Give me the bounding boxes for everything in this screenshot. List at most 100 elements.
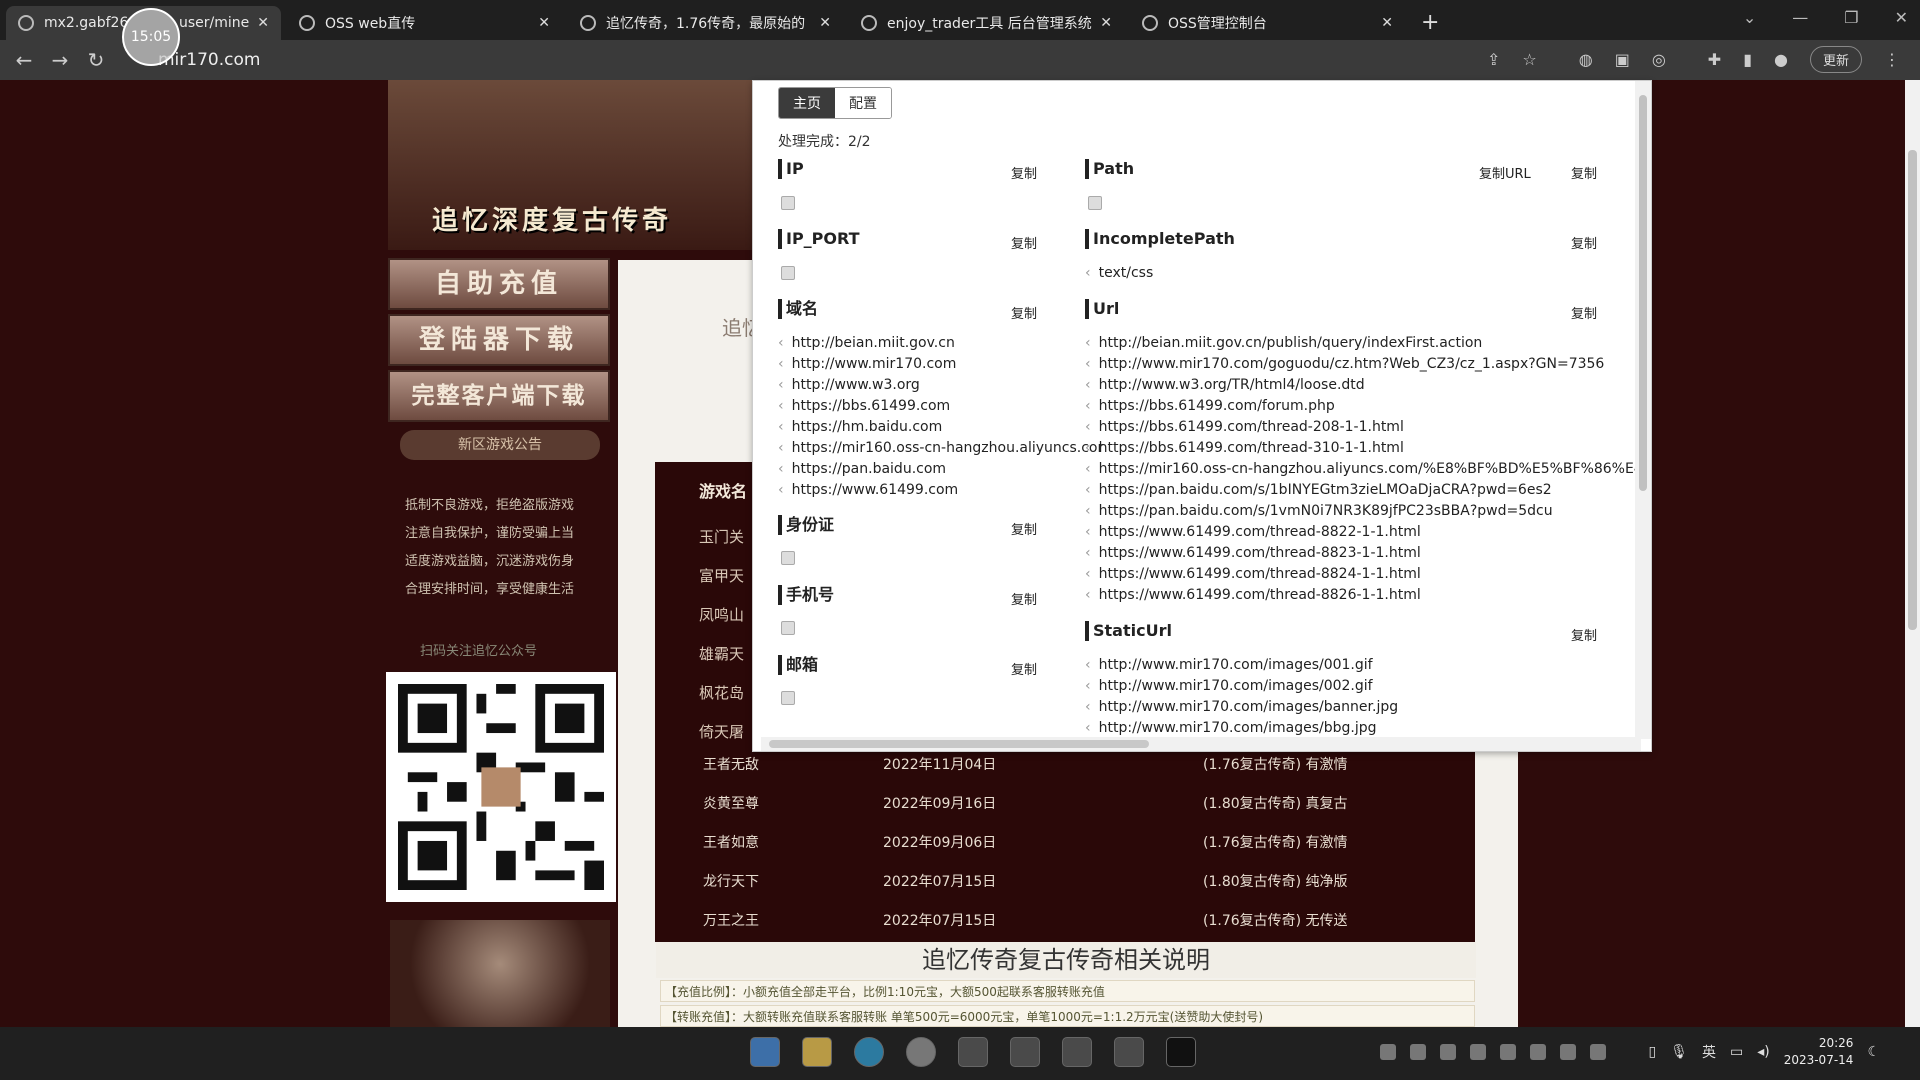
tab-search-icon[interactable]: ⌄ [1743, 8, 1756, 27]
game-row[interactable]: 王者如意 2022年09月06日 (1.76复古传奇) 有激情 [703, 824, 1463, 863]
copy-ip-port-button[interactable]: 复制 [1011, 233, 1037, 252]
app-icon[interactable] [1010, 1037, 1040, 1067]
maximize-icon[interactable]: ❐ [1844, 8, 1858, 27]
forward-icon[interactable]: → [42, 48, 78, 72]
terminal-icon[interactable] [1166, 1037, 1196, 1067]
browser-tab[interactable]: OSS web直传 ✕ [287, 6, 562, 40]
copy-phone-button[interactable]: 复制 [1011, 589, 1037, 608]
page-scrollbar-thumb[interactable] [1908, 150, 1917, 630]
tab-close-icon[interactable]: ✕ [538, 15, 550, 31]
microphone-icon[interactable]: 🎙 [1670, 1044, 1688, 1060]
domain-item[interactable]: https://mir160.oss-cn-hangzhou.aliyuncs.… [778, 438, 1103, 459]
game-name-partial[interactable]: 枫花岛 [699, 674, 744, 713]
extension-icon[interactable]: ▣ [1615, 50, 1630, 69]
tab-close-icon[interactable]: ✕ [257, 15, 269, 31]
url-item[interactable]: https://pan.baidu.com/s/1vmN0i7NR3K89jfP… [1085, 501, 1553, 522]
domain-item[interactable]: http://www.w3.org [778, 375, 920, 396]
static-url-item[interactable]: http://www.mir170.com/images/001.gif [1085, 655, 1373, 676]
tray-icon[interactable] [1560, 1044, 1577, 1060]
url-item[interactable]: https://bbs.61499.com/forum.php [1085, 396, 1335, 417]
copy-ip-button[interactable]: 复制 [1011, 163, 1037, 182]
url-item[interactable]: http://beian.miit.gov.cn/publish/query/i… [1085, 333, 1483, 354]
minimize-icon[interactable]: — [1792, 8, 1808, 27]
tab-close-icon[interactable]: ✕ [1381, 15, 1393, 31]
copy-url-button[interactable]: 复制URL [1479, 163, 1531, 182]
game-name-partial[interactable]: 雄霸天 [699, 635, 744, 674]
popup-hscroll-thumb[interactable] [769, 740, 1149, 748]
recharge-button[interactable]: 自助充值 [388, 258, 610, 310]
puzzle-icon[interactable]: ✚ [1708, 50, 1721, 69]
tray-icon[interactable] [1500, 1044, 1517, 1060]
game-name-partial[interactable]: 富甲天 [699, 557, 744, 596]
tray-icon[interactable] [1410, 1044, 1427, 1060]
file-explorer-icon[interactable] [802, 1037, 832, 1067]
copy-path-button[interactable]: 复制 [1571, 163, 1597, 182]
app-icon[interactable] [1114, 1037, 1144, 1067]
network-icon[interactable]: ▭ [1730, 1044, 1743, 1060]
domain-item[interactable]: https://bbs.61499.com [778, 396, 951, 417]
share-icon[interactable]: ⇪ [1487, 50, 1500, 69]
ime-indicator[interactable]: 英 [1702, 1042, 1716, 1062]
domain-item[interactable]: http://beian.miit.gov.cn [778, 333, 955, 354]
client-download-button[interactable]: 完整客户端下载 [388, 370, 610, 422]
clock[interactable]: 20:26 2023-07-14 [1784, 1035, 1854, 1069]
menu-icon[interactable]: ⋮ [1884, 50, 1900, 69]
extension-icon[interactable]: ◎ [1652, 50, 1666, 69]
url-item[interactable]: https://pan.baidu.com/s/1bINYEGtm3zieLMO… [1085, 480, 1552, 501]
static-url-item[interactable]: http://www.mir170.com/images/002.gif [1085, 676, 1373, 697]
sidebar-icon[interactable]: ▮ [1743, 50, 1752, 69]
game-name-partial[interactable]: 玉门关 [699, 518, 744, 557]
tray-icon[interactable] [1470, 1044, 1487, 1060]
close-window-icon[interactable]: ✕ [1895, 8, 1908, 27]
popup-horizontal-scrollbar[interactable] [761, 737, 1641, 751]
back-icon[interactable]: ← [6, 48, 42, 72]
tab-config[interactable]: 配置 [835, 88, 891, 118]
game-row[interactable]: 龙行天下 2022年07月15日 (1.80复古传奇) 纯净版 [703, 863, 1463, 902]
game-row[interactable]: 万王之王 2022年07月15日 (1.76复古传奇) 无传送 [703, 902, 1463, 941]
browser-tab[interactable]: OSS管理控制台 ✕ [1130, 6, 1405, 40]
tab-close-icon[interactable]: ✕ [819, 15, 831, 31]
tray-icon[interactable] [1530, 1044, 1547, 1060]
copy-domain-button[interactable]: 复制 [1011, 303, 1037, 322]
app-icon[interactable] [958, 1037, 988, 1067]
tab-home[interactable]: 主页 [779, 88, 835, 118]
notifications-icon[interactable]: ☾ [1867, 1044, 1880, 1060]
volume-icon[interactable]: ◂) [1757, 1044, 1770, 1060]
url-item[interactable]: https://www.61499.com/thread-8823-1-1.ht… [1085, 543, 1421, 564]
tray-icon[interactable] [1380, 1044, 1397, 1060]
browser-tab[interactable]: enjoy_trader工具 后台管理系统 ✕ [849, 6, 1124, 40]
start-icon[interactable] [750, 1037, 780, 1067]
incomplete-path-item[interactable]: text/css [1085, 263, 1154, 284]
game-name-partial[interactable]: 凤鸣山 [699, 596, 744, 635]
domain-item[interactable]: http://www.mir170.com [778, 354, 957, 375]
tab-close-icon[interactable]: ✕ [1100, 15, 1112, 31]
launcher-download-button[interactable]: 登陆器下载 [388, 314, 610, 366]
url-item[interactable]: https://www.61499.com/thread-8826-1-1.ht… [1085, 585, 1421, 606]
popup-vertical-scrollbar[interactable] [1635, 81, 1651, 739]
battery-icon[interactable]: ▯ [1648, 1044, 1656, 1060]
copy-url-list-button[interactable]: 复制 [1571, 303, 1597, 322]
browser-tab[interactable]: 追忆传奇，1.76传奇，最原始的 ✕ [568, 6, 843, 40]
url-item[interactable]: https://www.61499.com/thread-8822-1-1.ht… [1085, 522, 1421, 543]
game-row[interactable]: 炎黄至尊 2022年09月16日 (1.80复古传奇) 真复古 [703, 785, 1463, 824]
bookmark-star-icon[interactable]: ☆ [1522, 50, 1536, 69]
profile-icon[interactable]: ● [1774, 50, 1788, 69]
extension-icon[interactable]: ◍ [1579, 50, 1593, 69]
url-item[interactable]: http://www.mir170.com/goguodu/cz.htm?Web… [1085, 354, 1605, 375]
copy-email-button[interactable]: 复制 [1011, 659, 1037, 678]
url-item[interactable]: http://www.w3.org/TR/html4/loose.dtd [1085, 375, 1365, 396]
edge-icon[interactable] [854, 1037, 884, 1067]
update-button[interactable]: 更新 [1809, 46, 1862, 73]
copy-incomplete-path-button[interactable]: 复制 [1571, 233, 1597, 252]
url-item[interactable]: https://bbs.61499.com/thread-310-1-1.htm… [1085, 438, 1404, 459]
new-tab-button[interactable]: + [1421, 6, 1439, 40]
chrome-icon[interactable] [906, 1037, 936, 1067]
static-url-item[interactable]: http://www.mir170.com/images/bbg.jpg [1085, 718, 1377, 739]
popup-scrollbar-thumb[interactable] [1639, 95, 1647, 491]
tray-icon[interactable] [1590, 1044, 1607, 1060]
url-item[interactable]: https://www.61499.com/thread-8824-1-1.ht… [1085, 564, 1421, 585]
url-item[interactable]: https://mir160.oss-cn-hangzhou.aliyuncs.… [1085, 459, 1635, 480]
domain-item[interactable]: https://hm.baidu.com [778, 417, 943, 438]
page-scrollbar[interactable] [1905, 80, 1920, 1027]
reload-icon[interactable]: ↻ [78, 48, 114, 72]
